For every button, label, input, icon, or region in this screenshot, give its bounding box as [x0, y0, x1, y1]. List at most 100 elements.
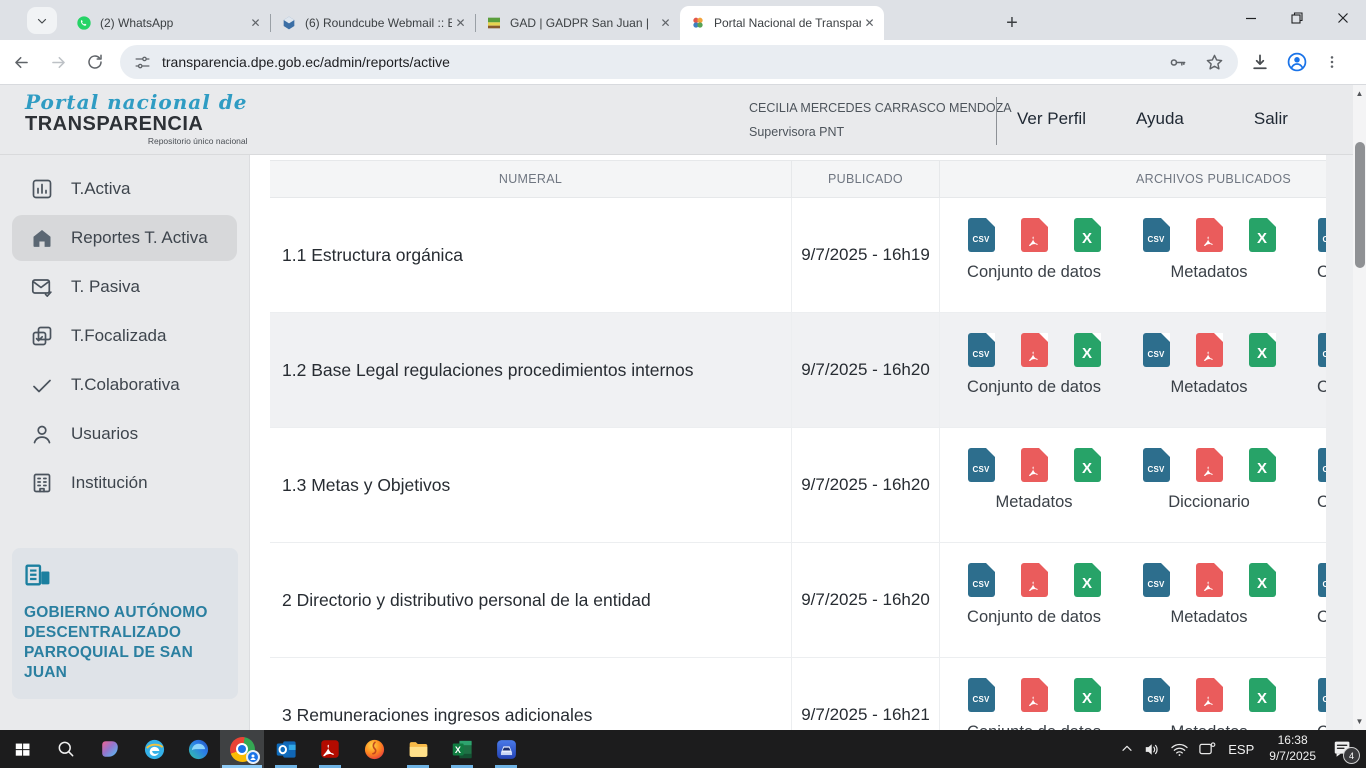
sidebar-item-reportes-t-activa[interactable]: Reportes T. Activa: [12, 215, 237, 261]
pdf-file-icon[interactable]: [1196, 218, 1223, 252]
xls-file-icon[interactable]: X: [1074, 218, 1101, 252]
xls-file-icon[interactable]: X: [1249, 333, 1276, 367]
pdf-file-icon[interactable]: [1021, 563, 1048, 597]
taskbar-file-explorer-button[interactable]: [396, 730, 440, 768]
pdf-file-icon[interactable]: [1196, 448, 1223, 482]
xls-file-icon[interactable]: X: [1074, 563, 1101, 597]
taskbar-firefox-button[interactable]: [352, 730, 396, 768]
taskbar-acrobat-button[interactable]: [308, 730, 352, 768]
pdf-file-icon[interactable]: [1021, 333, 1048, 367]
browser-tab[interactable]: (2) WhatsApp✕: [66, 6, 270, 40]
xls-file-icon[interactable]: X: [1249, 563, 1276, 597]
display-cast-icon[interactable]: [1197, 739, 1217, 759]
taskbar-copilot-button[interactable]: [88, 730, 132, 768]
taskbar-outlook-button[interactable]: [264, 730, 308, 768]
language-indicator[interactable]: ESP: [1228, 742, 1254, 757]
profile-avatar-icon[interactable]: [1286, 51, 1308, 73]
minimize-button[interactable]: [1228, 0, 1274, 36]
scroll-down-icon[interactable]: ▼: [1353, 717, 1366, 726]
csv-file-icon[interactable]: CSV: [1143, 563, 1170, 597]
browser-tab[interactable]: (6) Roundcube Webmail :: Entra✕: [271, 6, 475, 40]
taskbar-search-button[interactable]: [44, 730, 88, 768]
notification-center-button[interactable]: 4: [1328, 734, 1358, 764]
volume-icon[interactable]: [1143, 740, 1162, 759]
new-tab-button[interactable]: +: [998, 9, 1026, 37]
tab-close-icon[interactable]: ✕: [861, 15, 878, 32]
xls-file-icon[interactable]: X: [1249, 218, 1276, 252]
tab-close-icon[interactable]: ✕: [247, 15, 264, 32]
header-link-salir[interactable]: Salir: [1254, 109, 1288, 129]
pdf-file-icon[interactable]: [1196, 563, 1223, 597]
page-scrollbar[interactable]: ▲ ▼: [1353, 85, 1366, 730]
taskbar-edge-button[interactable]: [176, 730, 220, 768]
close-window-button[interactable]: [1320, 0, 1366, 36]
xls-file-icon[interactable]: X: [1074, 448, 1101, 482]
pdf-file-icon[interactable]: [1021, 218, 1048, 252]
browser-tab[interactable]: Portal Nacional de Transparenci✕: [680, 6, 884, 40]
clock[interactable]: 16:38 9/7/2025: [1269, 733, 1316, 764]
csv-file-icon[interactable]: CSV: [1143, 218, 1170, 252]
sidebar-item-usuarios[interactable]: Usuarios: [12, 411, 237, 457]
csv-file-icon[interactable]: CSV: [968, 563, 995, 597]
csv-file-icon[interactable]: CSV: [1318, 563, 1327, 597]
password-key-icon[interactable]: [1168, 53, 1187, 72]
file-group-label: Conjunto de datos: [967, 723, 1101, 730]
xls-file-icon[interactable]: X: [1074, 333, 1101, 367]
back-button[interactable]: [5, 46, 37, 78]
table-row[interactable]: 1.1 Estructura orgánica9/7/2025 - 16h19C…: [270, 198, 1326, 313]
table-row[interactable]: 1.3 Metas y Objetivos9/7/2025 - 16h20CSV…: [270, 428, 1326, 543]
csv-file-icon[interactable]: CSV: [1143, 448, 1170, 482]
browser-menu-icon[interactable]: [1324, 54, 1340, 70]
table-row[interactable]: 1.2 Base Legal regulaciones procedimient…: [270, 313, 1326, 428]
taskbar-start-button[interactable]: [0, 730, 44, 768]
pdf-file-icon[interactable]: [1196, 678, 1223, 712]
institution-card[interactable]: GOBIERNO AUTÓNOMO DESCENTRALIZADO PARROQ…: [12, 548, 238, 699]
csv-file-icon[interactable]: CSV: [1318, 678, 1327, 712]
address-bar[interactable]: transparencia.dpe.gob.ec/admin/reports/a…: [120, 45, 1238, 79]
csv-file-icon[interactable]: CSV: [968, 218, 995, 252]
sidebar-item-t-colaborativa[interactable]: T.Colaborativa: [12, 362, 237, 408]
tab-search-button[interactable]: [27, 7, 57, 34]
xls-file-icon[interactable]: X: [1249, 678, 1276, 712]
taskbar-scanner-button[interactable]: [484, 730, 528, 768]
taskbar-chrome-button[interactable]: [220, 730, 264, 768]
sidebar-item-t-focalizada[interactable]: T.Focalizada: [12, 313, 237, 359]
xls-file-icon[interactable]: X: [1249, 448, 1276, 482]
scroll-up-icon[interactable]: ▲: [1353, 89, 1366, 98]
csv-file-icon[interactable]: CSV: [968, 678, 995, 712]
header-link-ayuda[interactable]: Ayuda: [1136, 109, 1184, 129]
forward-button[interactable]: [42, 46, 74, 78]
csv-file-icon[interactable]: CSV: [1143, 678, 1170, 712]
xls-file-icon[interactable]: X: [1074, 678, 1101, 712]
csv-file-icon[interactable]: CSV: [1318, 218, 1327, 252]
pdf-file-icon[interactable]: [1196, 333, 1223, 367]
csv-file-icon[interactable]: CSV: [968, 448, 995, 482]
sidebar-item-t-activa[interactable]: T.Activa: [12, 166, 237, 212]
tray-chevron-up-icon[interactable]: [1119, 741, 1135, 757]
reload-button[interactable]: [79, 46, 111, 78]
tab-close-icon[interactable]: ✕: [657, 15, 674, 32]
pdf-file-icon[interactable]: [1021, 678, 1048, 712]
csv-file-icon[interactable]: CSV: [968, 333, 995, 367]
table-row[interactable]: 3 Remuneraciones ingresos adicionales9/7…: [270, 658, 1326, 730]
csv-file-icon[interactable]: CSV: [1143, 333, 1170, 367]
download-icon[interactable]: [1250, 52, 1270, 72]
browser-tab[interactable]: GAD | GADPR San Juan |✕: [476, 6, 680, 40]
restore-button[interactable]: [1274, 0, 1320, 36]
pdf-file-icon[interactable]: [1021, 448, 1048, 482]
csv-file-icon[interactable]: CSV: [1318, 448, 1327, 482]
tab-close-icon[interactable]: ✕: [452, 15, 469, 32]
wifi-icon[interactable]: [1170, 740, 1189, 759]
taskbar-excel-button[interactable]: X: [440, 730, 484, 768]
csv-file-icon[interactable]: CSV: [1318, 333, 1327, 367]
url-text[interactable]: transparencia.dpe.gob.ec/admin/reports/a…: [162, 54, 1168, 70]
table-row[interactable]: 2 Directorio y distributivo personal de …: [270, 543, 1326, 658]
sidebar-item-t-pasiva[interactable]: T. Pasiva: [12, 264, 237, 310]
sidebar-item-instituci-n[interactable]: Institución: [12, 460, 237, 506]
header-link-ver-perfil[interactable]: Ver Perfil: [1017, 109, 1086, 129]
taskbar-ie-button[interactable]: [132, 730, 176, 768]
scrollbar-thumb[interactable]: [1355, 142, 1365, 268]
bookmark-star-icon[interactable]: [1205, 53, 1224, 72]
site-settings-icon[interactable]: [134, 54, 151, 71]
excel-glyph: X: [1082, 345, 1092, 362]
